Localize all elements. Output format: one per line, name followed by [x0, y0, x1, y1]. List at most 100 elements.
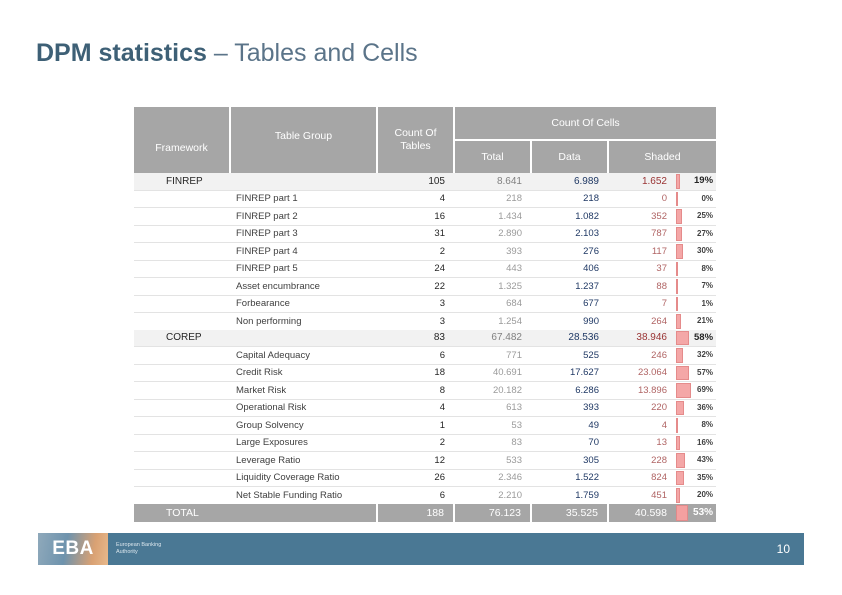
cell-table-group: Leverage Ratio: [230, 451, 377, 469]
cell-table-group: Operational Risk: [230, 398, 377, 417]
cell-cells-total: 67.482: [454, 329, 531, 347]
cell-cells-shaded: 451: [608, 486, 676, 504]
percent-databar: 19%: [676, 173, 716, 190]
table-row: FINREP part 1 4 218 218 0 0%: [134, 189, 717, 208]
cell-shaded-percent: 19%: [676, 173, 717, 190]
cell-cells-total: 613: [454, 398, 531, 417]
cell-table-group: FINREP part 3: [230, 224, 377, 243]
cell-framework: [134, 363, 230, 382]
column-header-data: Data: [531, 140, 609, 173]
cell-table-group: Asset encumbrance: [230, 277, 377, 295]
cell-shaded-percent: 27%: [676, 224, 717, 243]
cell-cells-total: 393: [454, 242, 531, 260]
eba-logo-text: EBA: [52, 538, 94, 559]
cell-cells-total: 2.346: [454, 468, 531, 487]
table-row: Market Risk 8 20.182 6.286 13.896 69%: [134, 381, 717, 399]
cell-cells-total: 218: [454, 189, 531, 208]
cell-framework: [134, 312, 230, 330]
cell-cells-data: 6.286: [531, 381, 608, 399]
cell-cells-data: 28.536: [531, 329, 608, 347]
column-header-framework: Framework: [134, 107, 231, 173]
cell-table-group: FINREP part 5: [230, 259, 377, 278]
percent-databar: 8%: [676, 261, 716, 278]
cell-count-of-tables: 6: [377, 486, 454, 504]
table-header: Framework Table Group Count Of Tables Co…: [134, 107, 717, 173]
percent-label: 8%: [701, 420, 714, 429]
cell-cells-data: 1.082: [531, 207, 608, 225]
cell-cells-data: 990: [531, 312, 608, 330]
percent-databar: 30%: [676, 243, 716, 260]
cell-table-group: Net Stable Funding Ratio: [230, 486, 377, 504]
cell-cells-total: 20.182: [454, 381, 531, 399]
cell-cells-shaded: 228: [608, 451, 676, 469]
cell-cells-total: 40.691: [454, 363, 531, 382]
cell-framework: COREP: [134, 329, 230, 347]
table-row: Capital Adequacy 6 771 525 246 32%: [134, 346, 717, 364]
cell-cells-total: 533: [454, 451, 531, 469]
cell-cells-shaded: 787: [608, 224, 676, 243]
cell-shaded-percent: 8%: [676, 416, 717, 434]
cell-shaded-percent: 43%: [676, 451, 717, 469]
cell-framework: [134, 207, 230, 225]
table-row: FINREP part 3 31 2.890 2.103 787 27%: [134, 224, 717, 243]
cell-shaded-percent: 25%: [676, 207, 717, 225]
percent-label: 43%: [697, 455, 714, 464]
cell-cells-data: 1.237: [531, 277, 608, 295]
percent-label: 7%: [701, 281, 714, 290]
percent-label: 0%: [701, 193, 714, 203]
cell-shaded-percent: 8%: [676, 259, 717, 278]
column-header-shaded: Shaded: [608, 140, 717, 173]
cell-framework: [134, 433, 230, 452]
cell-framework: [134, 294, 230, 313]
cell-cells-data: 393: [531, 398, 608, 417]
cell-count-of-tables: 6: [377, 346, 454, 364]
cell-table-group: Liquidity Coverage Ratio: [230, 468, 377, 487]
percent-label: 21%: [697, 316, 714, 325]
cell-table-group: [230, 503, 377, 522]
cell-count-of-tables: 8: [377, 381, 454, 399]
cell-framework: [134, 486, 230, 504]
cell-table-group: FINREP part 4: [230, 242, 377, 260]
table-row: Leverage Ratio 12 533 305 228 43%: [134, 451, 717, 469]
percent-label: 32%: [697, 350, 714, 359]
percent-databar: 32%: [676, 347, 716, 364]
cell-count-of-tables: 22: [377, 277, 454, 295]
cell-count-of-tables: 31: [377, 224, 454, 243]
cell-count-of-tables: 12: [377, 451, 454, 469]
cell-count-of-tables: 4: [377, 189, 454, 208]
cell-cells-data: 305: [531, 451, 608, 469]
table-row: Net Stable Funding Ratio 6 2.210 1.759 451 20…: [134, 486, 717, 504]
cell-cells-shaded: 13.896: [608, 381, 676, 399]
cell-shaded-percent: 53%: [676, 503, 717, 522]
table-row: COREP 83 67.482 28.536 38.946 58%: [134, 329, 717, 347]
page-number: 10: [776, 542, 790, 556]
dpm-statistics-table: Framework Table Group Count Of Tables Co…: [134, 107, 717, 522]
cell-shaded-percent: 21%: [676, 312, 717, 330]
cell-cells-data: 1.522: [531, 468, 608, 487]
percent-databar: 8%: [676, 417, 716, 434]
percent-databar: 53%: [676, 504, 716, 522]
cell-framework: [134, 398, 230, 417]
cell-cells-data: 6.989: [531, 173, 608, 190]
percent-databar: 16%: [676, 435, 716, 452]
cell-cells-total: 1.254: [454, 312, 531, 330]
table-row: Non performing 3 1.254 990 264 21%: [134, 312, 717, 330]
cell-count-of-tables: 3: [377, 294, 454, 313]
percent-label: 25%: [697, 211, 714, 220]
cell-cells-data: 35.525: [530, 503, 608, 522]
cell-table-group: Credit Risk: [230, 363, 377, 382]
cell-shaded-percent: 7%: [676, 277, 717, 295]
percent-label: 20%: [697, 490, 714, 499]
percent-databar: 36%: [676, 400, 716, 417]
cell-shaded-percent: 58%: [676, 329, 717, 347]
cell-shaded-percent: 57%: [676, 363, 717, 382]
cell-count-of-tables: 2: [377, 433, 454, 452]
percent-label: 57%: [697, 367, 714, 377]
cell-framework: [134, 242, 230, 260]
percent-databar: 7%: [676, 278, 716, 295]
cell-cells-shaded: 88: [608, 277, 676, 295]
table-row: FINREP part 4 2 393 276 117 30%: [134, 242, 717, 260]
column-header-total: Total: [454, 140, 532, 173]
cell-cells-total: 1.325: [454, 277, 531, 295]
percent-databar: 58%: [676, 330, 716, 347]
